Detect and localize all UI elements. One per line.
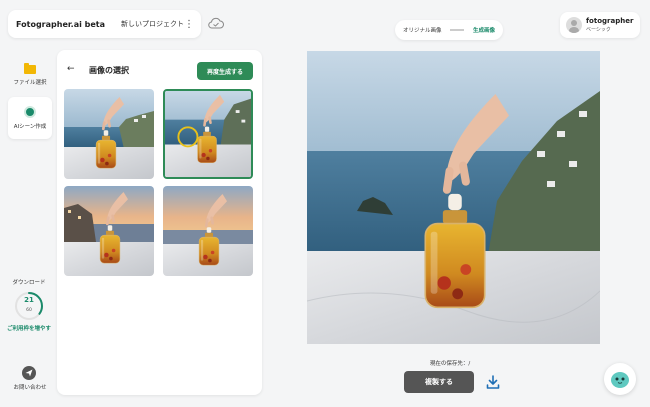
copy-button[interactable]: 複製する — [404, 371, 474, 393]
project-bar: Fotographer.ai beta 新しいプロジェクト ⋮ — [8, 10, 201, 38]
folder-icon — [24, 62, 36, 74]
sidebar-item-label: AIシーン作成 — [13, 124, 47, 130]
main-preview-image — [307, 51, 600, 344]
image-selection-panel: ← 画像の選択 再度生成する — [57, 50, 262, 395]
view-toggle[interactable]: オリジナル画像 生成画像 — [395, 20, 503, 40]
increase-usage-link[interactable]: ご利用枠を増やす — [6, 326, 52, 334]
mascot-icon — [611, 372, 629, 388]
sidebar-item-label: ファイル選択 — [13, 79, 47, 86]
user-name: fotographer — [586, 17, 634, 25]
user-plan: ベーシック — [586, 27, 611, 33]
brand-logo[interactable]: Fotographer.ai beta — [16, 20, 105, 29]
ai-scene-icon — [24, 106, 36, 118]
sidebar-item-ai-scene[interactable]: AIシーン作成 — [8, 97, 52, 139]
toggle-generated[interactable]: 生成画像 — [473, 26, 495, 34]
save-destination: 現在の保存先：/ — [429, 361, 471, 367]
thumbnail-2-selected[interactable] — [163, 89, 253, 179]
back-arrow-icon[interactable]: ← — [67, 64, 75, 74]
cloud-check-icon — [208, 17, 224, 29]
thumbnail-4[interactable] — [163, 186, 253, 276]
thumbnail-1[interactable] — [64, 89, 154, 179]
send-icon[interactable] — [22, 366, 36, 380]
regenerate-button[interactable]: 再度生成する — [197, 62, 253, 80]
sidebar-item-file-select[interactable]: ファイル選択 — [8, 54, 52, 96]
toggle-original[interactable]: オリジナル画像 — [403, 26, 442, 34]
download-total: 60 — [26, 308, 32, 313]
chat-support-button[interactable] — [604, 363, 636, 395]
thumbnail-3[interactable] — [64, 186, 154, 276]
toggle-connector — [450, 29, 465, 31]
download-icon[interactable] — [484, 373, 502, 391]
download-remaining: 21 — [24, 296, 34, 304]
panel-title: 画像の選択 — [89, 66, 129, 75]
avatar-icon — [566, 17, 582, 33]
project-name[interactable]: 新しいプロジェクト — [121, 19, 184, 29]
contact-label[interactable]: お問い合わせ — [4, 383, 56, 391]
user-menu[interactable]: fotographer ベーシック — [560, 12, 640, 38]
kebab-icon[interactable]: ⋮ — [184, 19, 194, 30]
download-label: ダウンロード — [12, 280, 46, 286]
